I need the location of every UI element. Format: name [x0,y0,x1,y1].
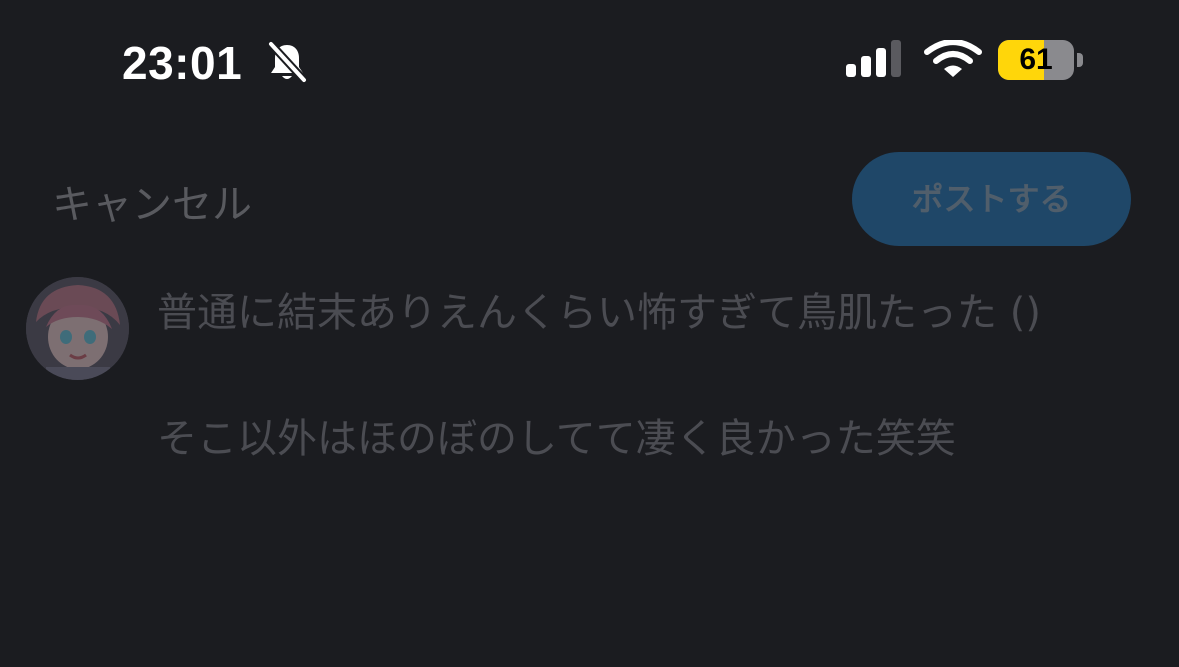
battery-body: 61 [998,40,1074,80]
post-button[interactable]: ポストする [852,152,1131,246]
battery-level: 61 [1019,43,1053,76]
wifi-icon [924,40,982,77]
battery-indicator: 61 [998,40,1084,80]
cellular-signal-icon [846,40,901,77]
cancel-button[interactable]: キャンセル [52,172,252,230]
status-time: 23:01 [122,37,243,89]
avatar[interactable] [26,277,129,380]
avatar-image [26,277,129,380]
tweet-text[interactable]: 普通に結末ありえんくらい怖すぎて鳥肌たった () そこ以外はほのぼのしてて凄く良… [157,282,1117,471]
bell-slash-icon [267,40,308,84]
status-bar: 23:01 61 [0,0,1179,120]
battery-cap [1077,53,1083,67]
